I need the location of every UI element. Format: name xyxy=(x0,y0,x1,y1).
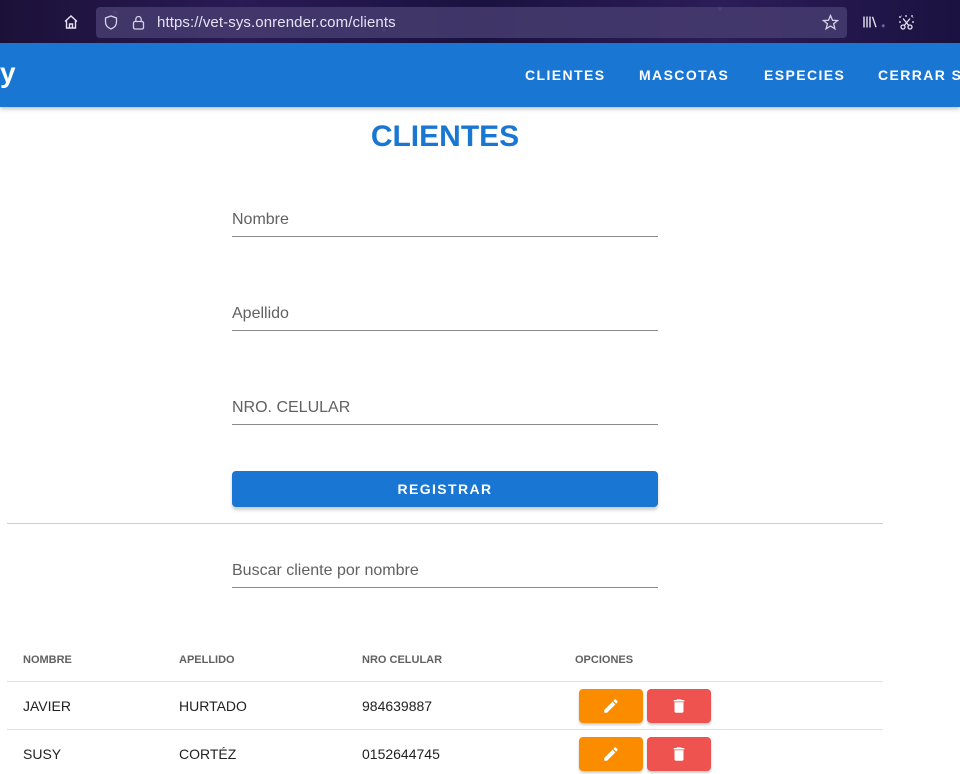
edit-button[interactable] xyxy=(579,737,643,771)
pencil-icon xyxy=(604,747,618,761)
header-celular[interactable]: NRO CELULAR xyxy=(362,654,442,666)
table-row: JAVIER HURTADO 984639887 xyxy=(7,682,883,730)
cell-apellido: HURTADO xyxy=(179,698,247,714)
nombre-placeholder: Nombre xyxy=(232,211,289,228)
clients-table: NOMBRE APELLIDO NRO CELULAR OPCIONES JAV… xyxy=(7,634,883,774)
screenshot-icon[interactable] xyxy=(895,11,917,33)
header-nombre[interactable]: NOMBRE xyxy=(23,654,72,666)
home-icon[interactable] xyxy=(60,11,82,33)
celular-placeholder: NRO. CELULAR xyxy=(232,399,351,416)
library-icon[interactable] xyxy=(859,11,881,33)
header-opciones: OPCIONES xyxy=(575,654,634,666)
apellido-placeholder: Apellido xyxy=(232,305,289,322)
cell-nombre: JAVIER xyxy=(23,698,71,714)
divider xyxy=(7,523,883,524)
trash-icon xyxy=(673,747,685,761)
nombre-field[interactable]: Nombre xyxy=(232,205,658,237)
nav-mascotas[interactable]: MASCOTAS xyxy=(639,67,729,83)
star-icon[interactable] xyxy=(822,14,839,31)
search-placeholder: Buscar cliente por nombre xyxy=(232,562,419,579)
brand-logo[interactable]: y xyxy=(0,57,16,89)
header-apellido[interactable]: APELLIDO xyxy=(179,654,235,666)
trash-icon xyxy=(673,699,685,713)
delete-button[interactable] xyxy=(647,689,711,723)
nav-clientes[interactable]: CLIENTES xyxy=(525,67,605,83)
delete-button[interactable] xyxy=(647,737,711,771)
nav-especies[interactable]: ESPECIES xyxy=(764,67,845,83)
cell-celular: 0152644745 xyxy=(362,746,440,762)
search-input[interactable]: Buscar cliente por nombre xyxy=(232,556,658,588)
cell-celular: 984639887 xyxy=(362,698,433,714)
cell-nombre: SUSY xyxy=(23,746,62,762)
cell-apellido: CORTÉZ xyxy=(179,746,237,762)
url-text[interactable]: https://vet-sys.onrender.com/clients xyxy=(157,14,396,31)
apellido-field[interactable]: Apellido xyxy=(232,299,658,331)
table-header: NOMBRE APELLIDO NRO CELULAR OPCIONES xyxy=(7,634,883,682)
edit-button[interactable] xyxy=(579,689,643,723)
browser-toolbar: https://vet-sys.onrender.com/clients xyxy=(0,0,960,43)
nav-cerrar-sesion[interactable]: CERRAR SE xyxy=(878,67,960,83)
page-title: CLIENTES xyxy=(370,120,520,153)
app-bar: y CLIENTES MASCOTAS ESPECIES CERRAR SE xyxy=(0,43,960,107)
shield-icon[interactable] xyxy=(102,14,119,31)
lock-icon[interactable] xyxy=(130,14,147,31)
table-row: SUSY CORTÉZ 0152644745 xyxy=(7,730,883,774)
pencil-icon xyxy=(604,699,618,713)
celular-field[interactable]: NRO. CELULAR xyxy=(232,393,658,425)
register-button[interactable]: REGISTRAR xyxy=(232,471,658,507)
url-bar[interactable]: https://vet-sys.onrender.com/clients xyxy=(96,7,847,38)
